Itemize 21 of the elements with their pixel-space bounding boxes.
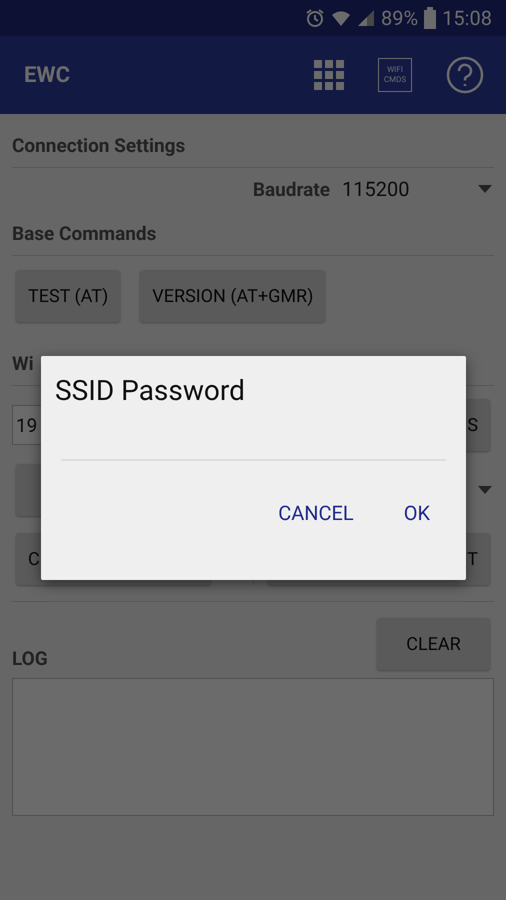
baudrate-label: Baudrate — [252, 178, 330, 200]
section-heading: Connection Settings — [12, 114, 494, 168]
help-icon[interactable] — [446, 56, 484, 94]
command-button[interactable]: VERSION (AT+GMR) — [140, 270, 326, 322]
status-time: 15:08 — [442, 6, 492, 30]
dropdown-caret-icon[interactable] — [478, 185, 492, 193]
log-label: LOG — [12, 647, 48, 670]
alarm-icon — [305, 8, 326, 28]
dropdown-caret-icon[interactable] — [478, 486, 492, 494]
grid-icon[interactable] — [314, 60, 344, 90]
command-button[interactable]: TEST (AT) — [16, 270, 120, 322]
baudrate-value[interactable]: 115200 — [342, 177, 466, 201]
signal-icon — [357, 9, 376, 27]
wifi-cmds-icon[interactable]: WIFI CMDS — [378, 58, 412, 92]
clear-button[interactable]: CLEAR — [377, 618, 490, 670]
dialog-button[interactable]: OK — [388, 497, 446, 529]
app-title: EWC — [24, 62, 72, 88]
dialog-button[interactable]: CANCEL — [262, 497, 370, 529]
battery-icon — [424, 7, 436, 29]
section-heading: Base Commands — [12, 210, 494, 256]
battery-percentage: 89% — [381, 6, 418, 30]
